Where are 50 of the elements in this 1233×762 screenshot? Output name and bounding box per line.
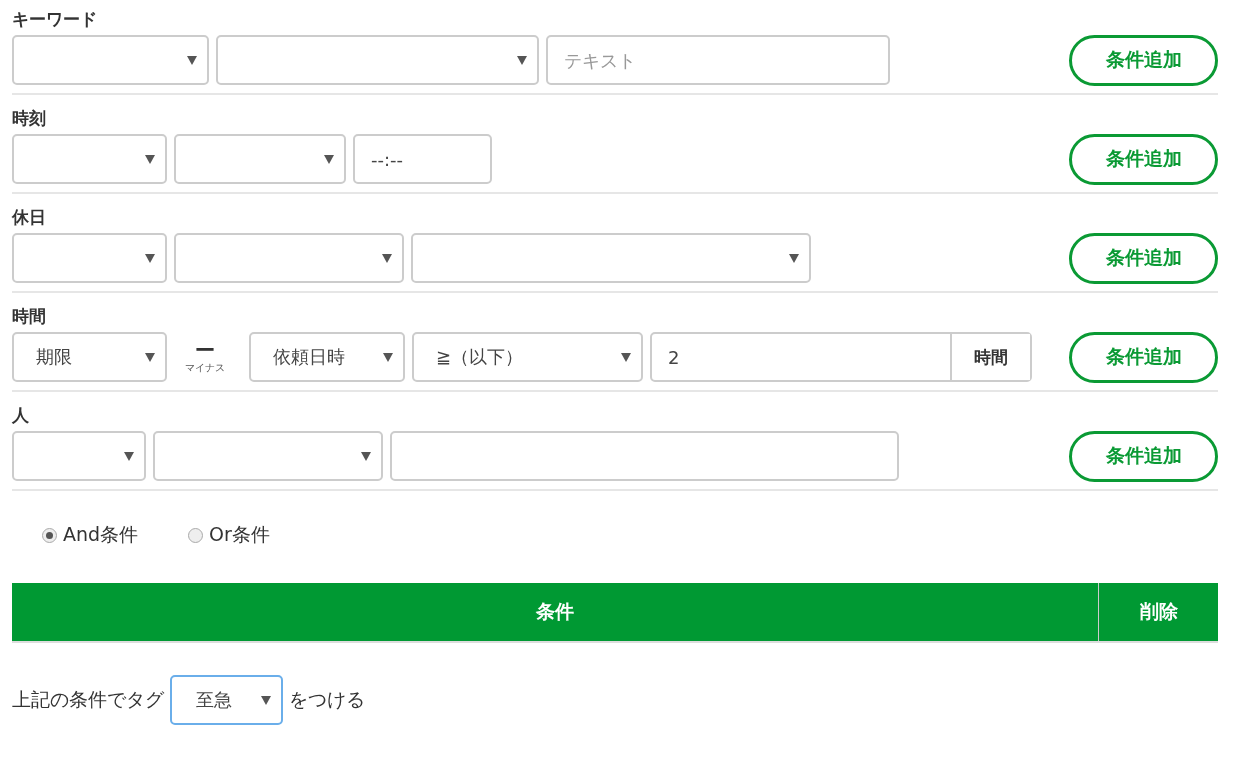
- caret-icon: [145, 253, 155, 263]
- dropdown[interactable]: [174, 233, 404, 283]
- add-condition-button[interactable]: 条件追加: [1069, 430, 1218, 482]
- radio-button[interactable]: [188, 527, 204, 543]
- caret-icon: [261, 695, 271, 705]
- time-field[interactable]: --:--: [353, 134, 492, 184]
- input-field[interactable]: テキスト: [546, 35, 890, 85]
- dropdown[interactable]: ≧（以下）: [412, 332, 643, 382]
- caret-icon: [621, 352, 631, 362]
- dropdown[interactable]: [216, 35, 539, 85]
- column-header: 削除: [1138, 599, 1179, 624]
- caret-icon: [145, 154, 155, 164]
- add-condition-button[interactable]: 条件追加: [1069, 232, 1218, 284]
- dropdown[interactable]: [153, 431, 383, 481]
- tag-label: 上記の条件でタグ: [12, 687, 164, 712]
- caret-icon: [361, 451, 371, 461]
- dropdown[interactable]: [411, 233, 811, 283]
- caret-icon: [789, 253, 799, 263]
- dropdown[interactable]: [12, 233, 167, 283]
- column-header: 条件: [12, 583, 1099, 641]
- add-condition-button[interactable]: 条件追加: [1069, 133, 1218, 185]
- radio-button[interactable]: [42, 527, 57, 543]
- dropdown[interactable]: 至急: [170, 675, 283, 725]
- add-condition-button[interactable]: 条件追加: [1069, 331, 1218, 383]
- dropdown[interactable]: [12, 134, 167, 184]
- minus-sign: ー: [194, 339, 215, 361]
- section-title: キーワード: [12, 8, 98, 31]
- add-condition-button[interactable]: 条件追加: [1069, 34, 1218, 86]
- input-field[interactable]: [390, 431, 899, 481]
- section-title: 人: [12, 404, 30, 427]
- section-title: 休日: [12, 206, 47, 229]
- radio-label[interactable]: Or条件: [209, 522, 270, 548]
- caret-icon: [145, 352, 155, 362]
- tag-label: をつける: [289, 687, 365, 712]
- section-title: 時刻: [12, 107, 47, 130]
- caret-icon: [324, 154, 334, 164]
- caret-icon: [187, 55, 197, 65]
- dropdown[interactable]: [12, 431, 146, 481]
- input-field[interactable]: 2 時間: [650, 332, 1032, 382]
- caret-icon: [382, 253, 392, 263]
- radio-label[interactable]: And条件: [63, 522, 139, 548]
- section-title: 時間: [12, 305, 47, 328]
- dropdown[interactable]: 期限: [12, 332, 167, 382]
- caret-icon: [517, 55, 527, 65]
- caret-icon: [383, 352, 393, 362]
- dropdown[interactable]: 依頼日時: [249, 332, 405, 382]
- minus-caption: マイナス: [184, 361, 225, 375]
- caret-icon: [124, 451, 134, 461]
- dropdown[interactable]: [12, 35, 209, 85]
- dropdown[interactable]: [174, 134, 346, 184]
